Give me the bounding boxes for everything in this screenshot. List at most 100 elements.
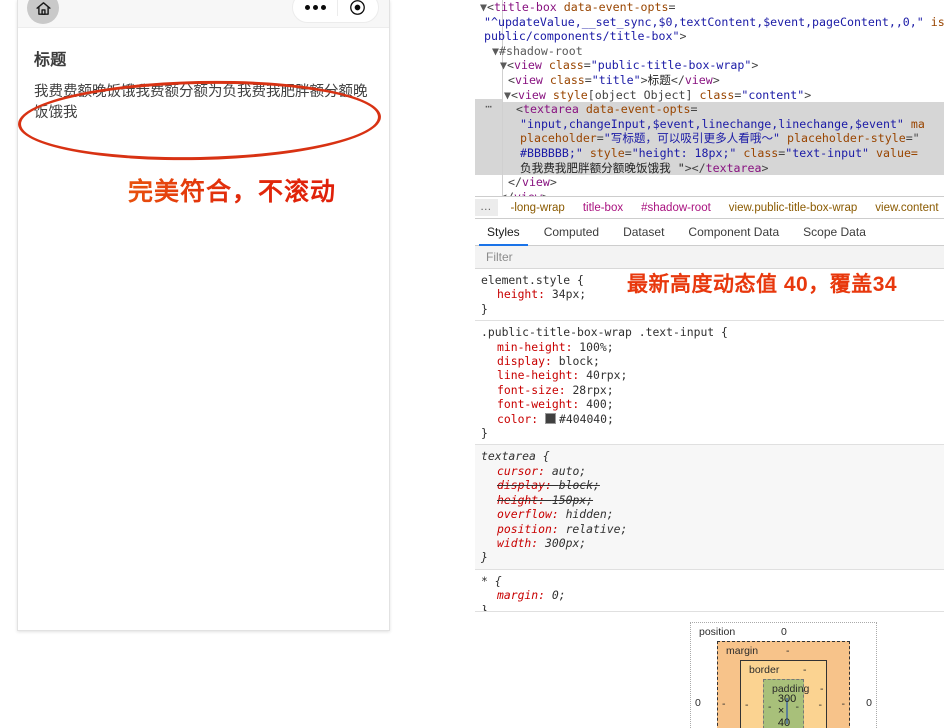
dom-line[interactable]: </view>: [475, 175, 944, 190]
css-property[interactable]: position:: [481, 522, 566, 536]
dom-line[interactable]: #BBBBBB;" style="height: 18px;" class="t…: [475, 146, 944, 161]
dom-line[interactable]: 负我费我肥胖额分额晚饭饿我 "></textarea>: [475, 161, 944, 176]
css-value[interactable]: 100%;: [579, 340, 613, 354]
textarea-content[interactable]: 我费费额晚饭饿我费额分额为负我费我肥胖额分额晚饭饿我: [34, 82, 374, 124]
box-model-position-layer[interactable]: position 0 0 0 margin - - - border - - -: [690, 622, 877, 728]
home-icon[interactable]: [27, 0, 59, 24]
tab-styles[interactable]: Styles: [475, 219, 532, 245]
css-value[interactable]: 0;: [552, 588, 566, 602]
css-property[interactable]: cursor:: [481, 464, 552, 478]
box-model-padding-layer[interactable]: padding - - - 300 × 40: [763, 679, 804, 728]
css-rule[interactable]: .public-title-box-wrap .text-input {min-…: [475, 321, 944, 445]
dom-tree[interactable]: ⋯ ▼<title-box data-event-opts="^updateVa…: [475, 0, 944, 196]
breadcrumb-item[interactable]: view.content: [866, 202, 944, 214]
dom-line[interactable]: ▼#shadow-root: [475, 44, 944, 59]
box-model-content-box[interactable]: 300 × 40: [786, 698, 788, 724]
breadcrumb-ellipsis[interactable]: …: [475, 199, 498, 216]
css-property[interactable]: height:: [481, 287, 552, 301]
css-declaration[interactable]: font-weight: 400;: [481, 397, 944, 411]
box-model-border-right[interactable]: -: [819, 699, 823, 711]
tab-scope-data[interactable]: Scope Data: [791, 219, 878, 245]
css-value[interactable]: 40rpx;: [586, 368, 627, 382]
target-circle-icon[interactable]: [349, 0, 366, 16]
dom-line[interactable]: "^updateValue,__set_sync,$0,textContent,…: [475, 15, 944, 30]
tab-component-data[interactable]: Component Data: [676, 219, 791, 245]
css-selector[interactable]: * {: [481, 574, 944, 588]
css-declaration[interactable]: font-size: 28rpx;: [481, 383, 944, 397]
css-value[interactable]: auto;: [552, 464, 586, 478]
css-property[interactable]: display:: [481, 478, 559, 492]
css-property[interactable]: font-weight:: [481, 397, 586, 411]
css-declaration[interactable]: margin: 0;: [481, 588, 944, 602]
box-model-position-left[interactable]: 0: [695, 697, 701, 709]
css-value[interactable]: 34px;: [552, 287, 586, 301]
css-selector[interactable]: textarea {: [481, 449, 944, 463]
dom-line[interactable]: <textarea data-event-opts=: [475, 102, 944, 117]
css-value[interactable]: hidden;: [566, 507, 614, 521]
css-value[interactable]: 28rpx;: [572, 383, 613, 397]
css-declaration[interactable]: min-height: 100%;: [481, 340, 944, 354]
styles-filter-bar[interactable]: Filter: [475, 246, 944, 269]
css-value[interactable]: block;: [559, 354, 600, 368]
css-declaration[interactable]: cursor: auto;: [481, 464, 944, 478]
css-declaration[interactable]: color: #404040;: [481, 412, 944, 426]
breadcrumb-item[interactable]: view.public-title-box-wrap: [720, 202, 866, 214]
tab-computed[interactable]: Computed: [532, 219, 611, 245]
css-property[interactable]: height:: [481, 493, 552, 507]
css-declaration[interactable]: height: 150px;: [481, 493, 944, 507]
box-model-padding-top[interactable]: -: [820, 683, 824, 695]
box-model-margin-left[interactable]: -: [722, 698, 726, 710]
dom-token-punc: >: [641, 73, 648, 87]
css-property[interactable]: margin:: [481, 588, 552, 602]
css-property[interactable]: display:: [481, 354, 559, 368]
box-model-padding-left[interactable]: -: [768, 701, 772, 713]
css-declaration[interactable]: width: 300px;: [481, 536, 944, 550]
css-declaration[interactable]: position: relative;: [481, 522, 944, 536]
css-selector[interactable]: .public-title-box-wrap .text-input {: [481, 325, 944, 339]
css-declaration[interactable]: display: block;: [481, 354, 944, 368]
breadcrumb[interactable]: … -long-wraptitle-box#shadow-rootview.pu…: [475, 196, 944, 219]
devtools-tabs[interactable]: StylesComputedDatasetComponent DataScope…: [475, 219, 944, 246]
dom-line[interactable]: public/components/title-box">: [475, 29, 944, 44]
box-model-position-top[interactable]: 0: [781, 626, 787, 638]
dom-line[interactable]: </view>: [475, 190, 944, 196]
breadcrumb-item[interactable]: title-box: [574, 202, 632, 214]
css-property[interactable]: font-size:: [481, 383, 572, 397]
box-model-border-layer[interactable]: border - - - padding - - - 300 × 40: [740, 660, 827, 728]
box-model-border-top[interactable]: -: [803, 664, 807, 676]
tab-dataset[interactable]: Dataset: [611, 219, 676, 245]
css-value[interactable]: #404040;: [559, 412, 614, 426]
css-property[interactable]: width:: [481, 536, 545, 550]
css-declaration[interactable]: overflow: hidden;: [481, 507, 944, 521]
box-model-position-right[interactable]: 0: [866, 697, 872, 709]
box-model-margin-top[interactable]: -: [786, 645, 790, 657]
css-value[interactable]: block;: [559, 478, 600, 492]
css-value[interactable]: relative;: [566, 522, 628, 536]
dom-line[interactable]: placeholder="写标题，可以吸引更多人看哦～" placeholder…: [475, 131, 944, 146]
css-declaration[interactable]: line-height: 40rpx;: [481, 368, 944, 382]
breadcrumb-item[interactable]: -long-wrap: [502, 202, 574, 214]
css-value[interactable]: 400;: [586, 397, 613, 411]
css-property[interactable]: overflow:: [481, 507, 566, 521]
dom-line[interactable]: <view class="title">标题</view>: [475, 73, 944, 88]
css-property[interactable]: color:: [481, 412, 545, 426]
css-value[interactable]: 150px;: [552, 493, 593, 507]
dom-line[interactable]: ▼<view class="public-title-box-wrap">: [475, 58, 944, 73]
css-rule[interactable]: textarea {cursor: auto;display: block;he…: [475, 445, 944, 569]
box-model-margin-layer[interactable]: margin - - - border - - - padding -: [717, 641, 850, 728]
styles-rules-list[interactable]: 最新高度动态值 40，覆盖34 element.style {height: 3…: [475, 269, 944, 622]
breadcrumb-item[interactable]: #shadow-root: [632, 202, 720, 214]
box-model-margin-right[interactable]: -: [842, 698, 846, 710]
capsule-button[interactable]: [292, 0, 379, 23]
dom-line[interactable]: ▼<view style[object Object] class="conte…: [475, 88, 944, 103]
dom-line[interactable]: "input,changeInput,$event,linechange,lin…: [475, 117, 944, 132]
css-declaration[interactable]: display: block;: [481, 478, 944, 492]
dom-line[interactable]: ▼<title-box data-event-opts=: [475, 0, 944, 15]
box-model-border-left[interactable]: -: [745, 699, 749, 711]
dom-token-val: "title": [592, 73, 641, 87]
more-dots-icon[interactable]: [305, 5, 326, 10]
css-value[interactable]: 300px;: [545, 536, 586, 550]
css-property[interactable]: min-height:: [481, 340, 579, 354]
css-property[interactable]: line-height:: [481, 368, 586, 382]
color-swatch-icon[interactable]: [545, 413, 556, 424]
